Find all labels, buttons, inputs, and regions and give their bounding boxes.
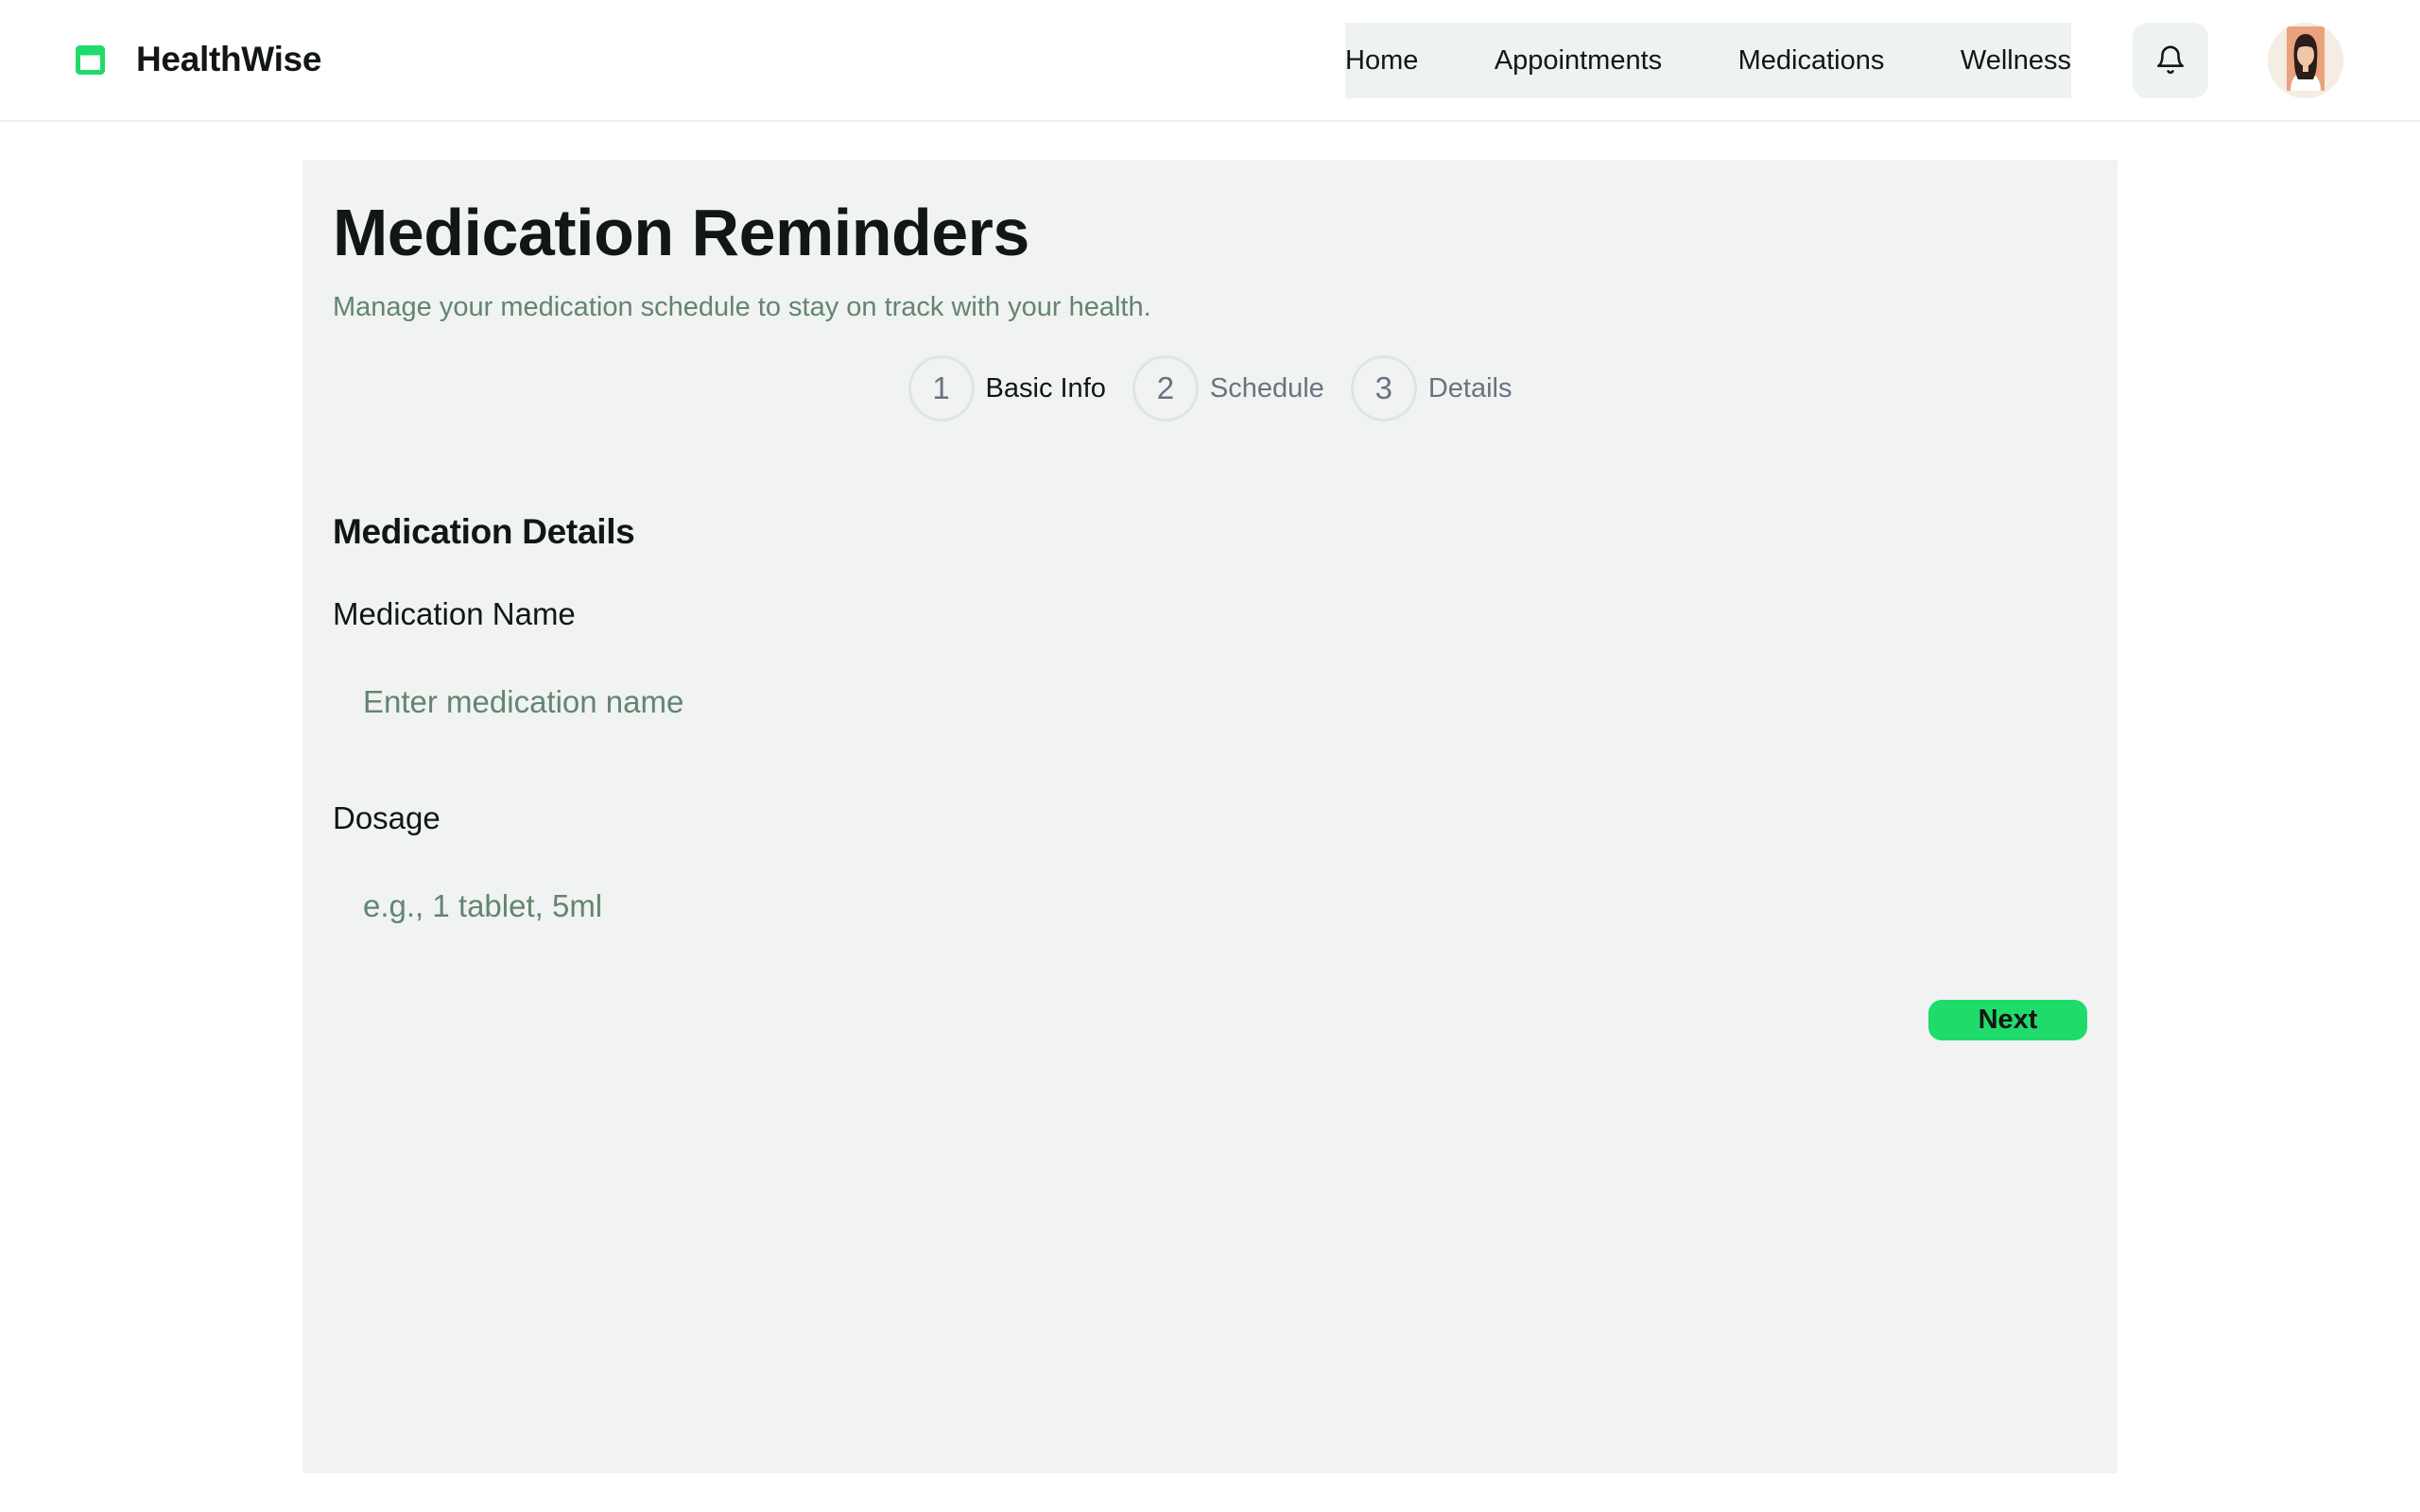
- page-subtitle: Manage your medication schedule to stay …: [333, 292, 1151, 322]
- brand-name[interactable]: HealthWise: [136, 36, 321, 83]
- step-number: 1: [908, 355, 975, 421]
- step-number: 2: [1132, 355, 1199, 421]
- nav-appointments[interactable]: Appointments: [1495, 23, 1662, 98]
- step-basic-info[interactable]: 1 Basic Info: [908, 355, 1106, 421]
- medication-reminders-panel: Medication Reminders Manage your medicat…: [302, 160, 2118, 1473]
- bell-icon: [2156, 45, 2185, 75]
- medication-name-label: Medication Name: [333, 596, 576, 631]
- app-header: HealthWise Home Appointments Medications…: [0, 0, 2420, 122]
- step-label: Details: [1427, 372, 1512, 404]
- pill-box-icon: [76, 45, 105, 75]
- section-title: Medication Details: [333, 512, 635, 551]
- step-number: 3: [1350, 355, 1417, 421]
- dosage-label: Dosage: [333, 800, 441, 835]
- step-label: Schedule: [1209, 372, 1324, 404]
- medication-name-input[interactable]: [333, 657, 2087, 747]
- notifications-button[interactable]: [2133, 23, 2208, 98]
- nav-medications[interactable]: Medications: [1738, 23, 1885, 98]
- step-schedule[interactable]: 2 Schedule: [1132, 355, 1324, 421]
- dosage-input[interactable]: [333, 861, 2087, 952]
- page-title: Medication Reminders: [333, 196, 1029, 269]
- form-stepper: 1 Basic Info 2 Schedule 3 Details: [302, 355, 2118, 421]
- nav-home[interactable]: Home: [1345, 23, 1418, 98]
- main-nav: Home Appointments Medications Wellness: [1345, 23, 2071, 98]
- step-label: Basic Info: [985, 372, 1106, 404]
- nav-wellness[interactable]: Wellness: [1961, 23, 2071, 98]
- step-details[interactable]: 3 Details: [1350, 355, 1512, 421]
- user-avatar[interactable]: [2268, 23, 2343, 98]
- next-button[interactable]: Next: [1928, 1000, 2087, 1040]
- avatar-portrait-icon: [2268, 23, 2343, 98]
